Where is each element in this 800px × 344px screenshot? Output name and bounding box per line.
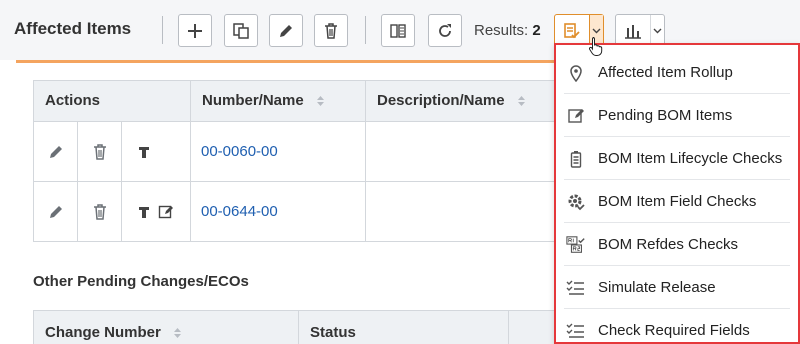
sort-icon	[517, 96, 525, 107]
results-value: 2	[532, 22, 541, 39]
compare-icon	[390, 23, 406, 38]
page-title: Affected Items	[14, 19, 132, 38]
hanger-icon	[139, 206, 149, 218]
pencil-icon[interactable]	[47, 143, 65, 161]
item-number-link[interactable]: 00-0060-00	[191, 143, 278, 160]
toolbar-divider	[162, 16, 163, 44]
hanger-icon	[139, 146, 149, 158]
menu-item-check-required-fields[interactable]: Check Required Fields	[556, 309, 798, 344]
add-button[interactable]	[178, 14, 212, 47]
column-header-number[interactable]: Number/Name	[191, 81, 366, 121]
column-header-status[interactable]: Status	[299, 311, 509, 344]
bar-chart-icon	[625, 24, 641, 39]
checklist-icon	[566, 321, 586, 341]
chevron-down-icon	[653, 28, 662, 33]
row-number-cell: 00-0644-00	[191, 182, 366, 241]
edit-box-icon	[566, 106, 586, 126]
results-count: Results: 2	[474, 22, 541, 39]
edit-button[interactable]	[269, 14, 303, 47]
row-edit-cell	[34, 182, 78, 241]
column-header-actions: Actions	[34, 81, 191, 121]
column-header-description[interactable]: Description/Name	[366, 81, 566, 121]
trash-icon	[325, 22, 337, 39]
other-pending-title: Other Pending Changes/ECOs	[33, 273, 249, 290]
menu-item-pending-bom-items[interactable]: Pending BOM Items	[556, 94, 798, 137]
pencil-icon[interactable]	[47, 203, 65, 221]
results-label: Results:	[474, 22, 529, 39]
sort-icon	[174, 328, 182, 339]
gear-check-icon	[566, 192, 586, 212]
rollup-check-icon	[564, 22, 580, 38]
row-status-cell	[122, 182, 191, 241]
chevron-down-icon	[592, 28, 601, 33]
refresh-button[interactable]	[428, 14, 462, 47]
row-delete-cell	[78, 182, 122, 241]
row-number-cell: 00-0060-00	[191, 122, 366, 181]
menu-item-simulate-release[interactable]: Simulate Release	[556, 266, 798, 309]
sort-icon	[316, 96, 324, 107]
edit-box-icon[interactable]	[158, 204, 174, 220]
refdes-check-icon	[566, 235, 586, 255]
delete-button[interactable]	[314, 14, 348, 47]
menu-item-bom-item-lifecycle-checks[interactable]: BOM Item Lifecycle Checks	[556, 137, 798, 180]
item-number-link[interactable]: 00-0644-00	[191, 203, 278, 220]
toolbar-divider	[365, 16, 366, 44]
row-status-cell	[122, 122, 191, 181]
menu-item-affected-item-rollup[interactable]: Affected Item Rollup	[556, 51, 798, 94]
trash-icon[interactable]	[91, 203, 109, 221]
battery-icon	[566, 149, 586, 169]
chart-button-main[interactable]	[616, 15, 650, 46]
map-pin-icon	[566, 63, 586, 83]
hand-cursor-icon	[588, 37, 603, 56]
rollup-checks-main[interactable]	[555, 15, 589, 46]
rollup-checks-menu: Affected Item Rollup Pending BOM Items B…	[554, 43, 800, 344]
menu-item-bom-refdes-checks[interactable]: BOM Refdes Checks	[556, 223, 798, 266]
pencil-icon	[280, 24, 292, 37]
copy-icon	[233, 22, 249, 39]
compare-button[interactable]	[381, 14, 415, 47]
chart-button-caret[interactable]	[650, 15, 664, 46]
row-edit-cell	[34, 122, 78, 181]
trash-icon[interactable]	[91, 143, 109, 161]
row-delete-cell	[78, 122, 122, 181]
plus-icon	[188, 23, 202, 38]
checklist-icon	[566, 278, 586, 298]
refresh-icon	[439, 23, 451, 37]
menu-item-bom-item-field-checks[interactable]: BOM Item Field Checks	[556, 180, 798, 223]
copy-button[interactable]	[224, 14, 258, 47]
column-header-change-number[interactable]: Change Number	[34, 311, 299, 344]
